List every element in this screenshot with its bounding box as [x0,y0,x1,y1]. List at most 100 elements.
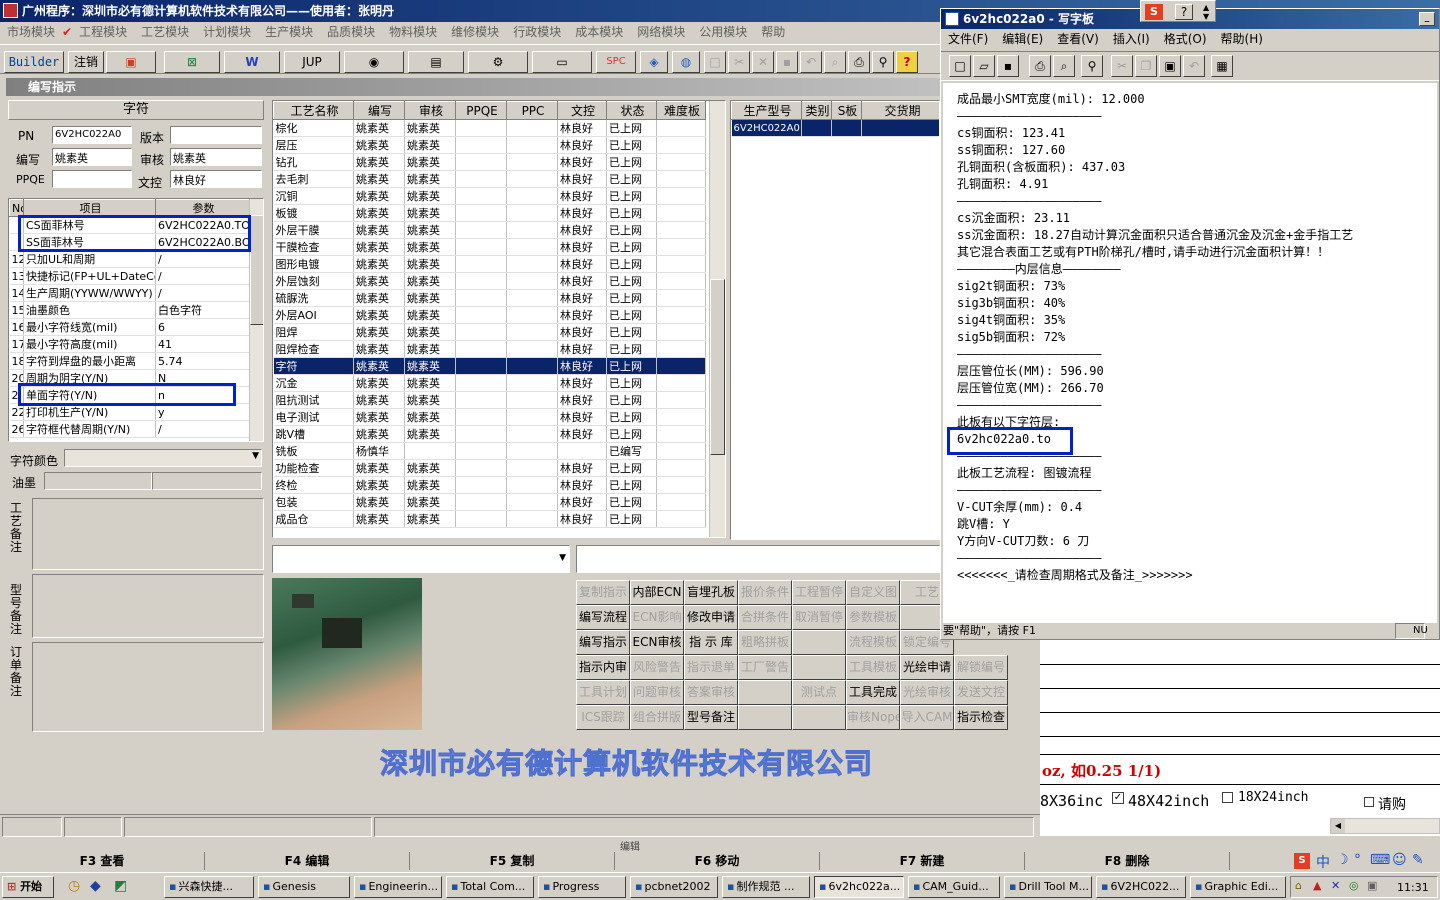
process-row[interactable]: 电子测试 姚素英 姚素英 林良好 已上网 [273,408,706,426]
menu-item[interactable]: 工程模块 [72,25,134,39]
menu-item[interactable]: 成本模块 [568,25,630,39]
taskbar-item[interactable]: ▪ 制作规范 ... [722,876,810,898]
fkey-button[interactable]: F5 复制 [410,852,615,870]
action-button[interactable] [792,630,846,655]
tray-icon[interactable]: ▲ [1313,879,1321,892]
taskbar-item[interactable]: ▪ Graphic Edi... [1190,876,1286,898]
find-icon[interactable]: ⚲ [872,51,894,73]
action-button[interactable] [792,705,846,730]
process-column-header[interactable]: 编写 [353,101,405,120]
copy-icon[interactable]: ❐ [1135,55,1157,77]
process-column-header[interactable]: 审核 [404,101,456,120]
menu-item[interactable]: 公用模块 [692,25,754,39]
chinese-mode-icon[interactable]: 中 [1316,852,1330,872]
wordpad-document[interactable]: 成品最小SMT宽度(mil): 12.000 ——————————————————… [943,83,1437,623]
minimize-button[interactable]: _ [1419,12,1435,26]
action-button[interactable]: 工具计划 [576,680,630,705]
taskbar-item[interactable]: ▪ Total Com... [446,876,534,898]
process-row[interactable]: 阻焊 姚素英 姚素英 林良好 已上网 [273,323,706,341]
action-button[interactable]: 盲埋孔板 [684,580,738,605]
action-button[interactable]: 导入CAM [900,705,954,730]
menu-item[interactable]: 品质模块 [320,25,382,39]
wordpad-menu-item[interactable]: 帮助(H) [1214,32,1270,46]
model-column-header[interactable]: S板 [831,101,862,120]
quicklaunch-icon[interactable]: ◩ [114,878,127,894]
menu-item[interactable]: 网络模块 [630,25,692,39]
process-row[interactable]: 字符 姚素英 姚素英 林良好 已上网 [273,357,706,375]
process-row[interactable]: 硫脲洗 姚素英 姚素英 林良好 已上网 [273,289,706,307]
action-button[interactable]: 修改申请 [684,605,738,630]
process-row[interactable]: 终检 姚素英 姚素英 林良好 已上网 [273,476,706,494]
process-row[interactable]: 图形电镀 姚素英 姚素英 林良好 已上网 [273,255,706,273]
process-row[interactable]: 铣板 杨慎华 已编写 [273,442,706,460]
taskbar-item[interactable]: ▪ Progress [538,876,626,898]
action-button[interactable]: 工具完成 [846,680,900,705]
scroll-left-icon[interactable]: ◀ [1331,819,1345,833]
process-scrollbar[interactable] [709,101,725,537]
help-icon[interactable]: ? [896,51,918,73]
network-icon[interactable]: ⚙ [468,51,528,73]
param-row[interactable]: 14生产周期(YYWW/WWYY)/ [9,284,250,302]
pn-field[interactable]: 6V2HC022A0 [52,126,132,144]
user-icon[interactable]: ☺ [1392,852,1407,868]
menu-item[interactable]: 帮助 [754,25,792,39]
process-row[interactable]: 跳V槽 姚素英 姚素英 林良好 已上网 [273,425,706,443]
taskbar-item[interactable]: ▪ Drill Tool M... [1004,876,1092,898]
spc-button[interactable]: SPC [596,51,636,73]
size-checkbox-3[interactable] [1222,792,1233,803]
param-row[interactable]: 17最小字符高度(mil)41 [9,335,250,353]
process-row[interactable]: 阻抗测试 姚素英 姚素英 林良好 已上网 [273,391,706,409]
ink-field-2[interactable] [152,472,262,490]
taskbar-item[interactable]: ▪ pcbnet2002 [630,876,718,898]
fkey-button[interactable]: F3 查看 [0,852,205,870]
paste-icon[interactable]: ▣ [1159,55,1181,77]
powerpoint-icon[interactable]: ▣ [106,51,156,73]
action-button[interactable]: 复制指示 [576,580,630,605]
action-button[interactable]: 编写流程 [576,605,630,630]
help-icon[interactable]: ? [1175,4,1193,20]
jup-button[interactable]: JUP [284,51,340,73]
wenkong-field[interactable]: 林良好 [170,170,262,188]
action-button[interactable]: 参数模板 [846,605,900,630]
find-icon[interactable]: ⚲ [1081,55,1103,77]
action-button[interactable]: 答案审核 [684,680,738,705]
wordpad-menu-item[interactable]: 文件(F) [941,32,995,46]
color-select[interactable]: ▼ [64,449,262,467]
sogou-icon[interactable]: S [1294,853,1310,869]
process-row[interactable]: 外层蚀刻 姚素英 姚素英 林良好 已上网 [273,272,706,290]
model-column-header[interactable]: 类别 [801,101,832,120]
taskbar-item[interactable]: ▪ Genesis [258,876,350,898]
keyboard-icon[interactable]: ⌨ [1370,852,1390,868]
bg-hscroll[interactable]: ◀ [1330,818,1440,834]
print-preview-icon[interactable]: ⌕ [1053,55,1075,77]
cut-icon[interactable]: ✂ [1111,55,1133,77]
param-scrollbar[interactable] [249,199,263,441]
moon-icon[interactable]: ☽ [1336,852,1349,868]
print-icon[interactable]: ⎙ [1029,55,1051,77]
model-column-header[interactable]: 生产型号 [731,101,802,120]
param-column-header[interactable]: 参数 [155,199,250,217]
print-icon[interactable]: ⎙ [848,51,870,73]
action-button[interactable]: 解锁编号 [954,655,1008,680]
tray-icon[interactable]: ◎ [1349,879,1359,892]
action-button[interactable]: 指示退单 [684,655,738,680]
globe-icon[interactable]: ◍ [672,51,700,73]
action-button[interactable]: 合拼条件 [738,605,792,630]
process-column-header[interactable]: 工艺名称 [273,101,354,120]
param-column-header[interactable]: 项目 [23,199,156,217]
insert-date-icon[interactable]: ▦ [1211,55,1233,77]
process-column-header[interactable]: 状态 [606,101,657,120]
model-column-header[interactable]: 交货期 [861,101,939,120]
menu-item[interactable]: 工艺模块 [134,25,196,39]
undo-icon[interactable]: ↶ [1183,55,1205,77]
process-row[interactable]: 去毛刺 姚素英 姚素英 林良好 已上网 [273,170,706,188]
process-row[interactable]: 成品仓 姚素英 姚素英 林良好 已上网 [273,510,706,528]
punctuation-icon[interactable]: ° [1354,852,1361,868]
save-icon[interactable]: ▪ [997,55,1019,77]
tray-icon[interactable]: ✕ [1331,879,1340,892]
process-column-header[interactable]: PPQE [455,101,507,120]
wordpad-menu-item[interactable]: 插入(I) [1106,32,1157,46]
sogou-icon[interactable]: S [1145,4,1163,20]
write-field[interactable]: 姚素英 [52,148,132,166]
ppqe-field[interactable] [52,170,132,188]
